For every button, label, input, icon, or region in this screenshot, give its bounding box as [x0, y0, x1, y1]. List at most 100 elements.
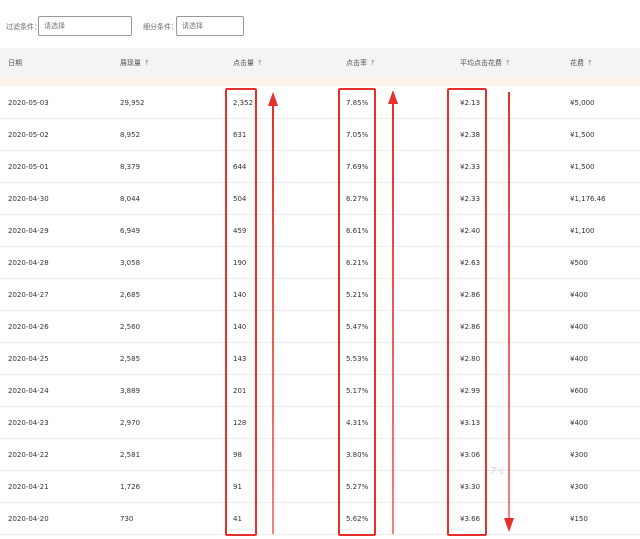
filter-condition-select[interactable]	[38, 16, 132, 36]
cell-avg-cpc: ¥2.86	[460, 291, 481, 299]
cell-ctr: 5.27%	[346, 483, 369, 491]
column-header-label: 点击量	[233, 59, 254, 67]
cell-clicks: 140	[233, 323, 247, 331]
cell-avg-cpc: ¥2.33	[460, 163, 481, 171]
cell-date: 2020-04-30	[8, 195, 49, 203]
cell-clicks: 2,352	[233, 99, 254, 107]
cell-ctr: 5.47%	[346, 323, 369, 331]
cell-cost: ¥1,100	[570, 227, 595, 235]
table-row: 2020-04-26 2,560 140 5.47% ¥2.86 ¥400	[0, 311, 640, 343]
cell-clicks: 644	[233, 163, 247, 171]
cell-avg-cpc: ¥2.63	[460, 259, 481, 267]
column-header-label: 平均点击花费	[460, 59, 502, 67]
table-row: 2020-04-24 3,889 201 5.17% ¥2.99 ¥600	[0, 375, 640, 407]
table-row: 2020-04-20 730 41 5.62% ¥3.66 ¥150	[0, 503, 640, 535]
cell-avg-cpc: ¥2.86	[460, 323, 481, 331]
cell-ctr: 7.69%	[346, 163, 369, 171]
cell-date: 2020-04-20	[8, 515, 49, 523]
table-row: 2020-04-30 8,044 504 6.27% ¥2.33 ¥1,176.46	[0, 183, 640, 215]
cell-clicks: 201	[233, 387, 247, 395]
header-divider	[0, 78, 640, 86]
cell-clicks: 504	[233, 195, 247, 203]
cell-cost: ¥500	[570, 259, 588, 267]
cell-cost: ¥400	[570, 291, 588, 299]
table-row: 2020-04-22 2,581 98 3.80% ¥3.06 ¥300	[0, 439, 640, 471]
column-header-date: 日期	[8, 58, 22, 68]
cell-avg-cpc: ¥2.38	[460, 131, 481, 139]
sort-arrow-icon[interactable]: ↑	[587, 59, 593, 67]
cell-clicks: 631	[233, 131, 247, 139]
cell-impressions: 2,581	[120, 451, 141, 459]
cell-impressions: 2,970	[120, 419, 141, 427]
cell-date: 2020-04-27	[8, 291, 49, 299]
cell-ctr: 4.31%	[346, 419, 369, 427]
cell-impressions: 3,889	[120, 387, 141, 395]
cell-clicks: 190	[233, 259, 247, 267]
cell-impressions: 730	[120, 515, 134, 523]
column-header-label: 花费	[570, 59, 584, 67]
cell-impressions: 2,560	[120, 323, 141, 331]
cell-clicks: 128	[233, 419, 247, 427]
cell-cost: ¥400	[570, 419, 588, 427]
sort-arrow-icon[interactable]: ↑	[144, 59, 150, 67]
table-row: 2020-05-01 8,379 644 7.69% ¥2.33 ¥1,500	[0, 151, 640, 183]
cell-impressions: 6,949	[120, 227, 141, 235]
cell-ctr: 3.80%	[346, 451, 369, 459]
cell-cost: ¥5,000	[570, 99, 595, 107]
column-header-clicks[interactable]: 点击量 ↑	[233, 58, 263, 68]
cell-ctr: 7.85%	[346, 99, 369, 107]
column-header-avg-cpc[interactable]: 平均点击花费 ↑	[460, 58, 511, 68]
cell-ctr: 7.05%	[346, 131, 369, 139]
sort-arrow-icon[interactable]: ↑	[505, 59, 511, 67]
table-row: 2020-04-27 2,685 140 5.21% ¥2.86 ¥400	[0, 279, 640, 311]
cell-clicks: 459	[233, 227, 247, 235]
sort-arrow-icon[interactable]: ↑	[257, 59, 263, 67]
cell-avg-cpc: ¥2.40	[460, 227, 481, 235]
table-row: 2020-04-21 1,726 91 5.27% ¥3.30 ¥300	[0, 471, 640, 503]
cell-cost: ¥1,500	[570, 131, 595, 139]
cell-avg-cpc: ¥3.06	[460, 451, 481, 459]
cell-cost: ¥1,500	[570, 163, 595, 171]
table-row: 2020-04-29 6,949 459 6.61% ¥2.40 ¥1,100	[0, 215, 640, 247]
cell-date: 2020-04-25	[8, 355, 49, 363]
column-header-impressions[interactable]: 展现量 ↑	[120, 58, 150, 68]
cell-avg-cpc: ¥2.80	[460, 355, 481, 363]
cell-impressions: 2,585	[120, 355, 141, 363]
cell-date: 2020-04-22	[8, 451, 49, 459]
column-header-label: 日期	[8, 59, 22, 67]
column-header-cost[interactable]: 花费 ↑	[570, 58, 593, 68]
cell-cost: ¥150	[570, 515, 588, 523]
cell-avg-cpc: ¥2.33	[460, 195, 481, 203]
segment-condition-select[interactable]	[176, 16, 244, 36]
filter-bar: 过滤条件： 细分条件：	[0, 16, 640, 36]
cell-impressions: 8,379	[120, 163, 141, 171]
cell-avg-cpc: ¥3.13	[460, 419, 481, 427]
cell-cost: ¥300	[570, 451, 588, 459]
table-row: 2020-05-03 29,952 2,352 7.85% ¥2.13 ¥5,000	[0, 87, 640, 119]
cell-cost: ¥400	[570, 355, 588, 363]
cell-ctr: 6.27%	[346, 195, 369, 203]
cell-date: 2020-05-02	[8, 131, 49, 139]
cell-clicks: 98	[233, 451, 242, 459]
cell-cost: ¥300	[570, 483, 588, 491]
cell-avg-cpc: ¥2.99	[460, 387, 481, 395]
table-row: 2020-04-23 2,970 128 4.31% ¥3.13 ¥400	[0, 407, 640, 439]
cell-cost: ¥1,176.46	[570, 195, 606, 203]
cell-impressions: 2,685	[120, 291, 141, 299]
cell-date: 2020-04-29	[8, 227, 49, 235]
watermark-logo: 7·c	[490, 466, 506, 477]
cell-cost: ¥400	[570, 323, 588, 331]
cell-clicks: 41	[233, 515, 242, 523]
cell-ctr: 6.21%	[346, 259, 369, 267]
cell-date: 2020-05-01	[8, 163, 49, 171]
table-row: 2020-04-28 3,058 190 6.21% ¥2.63 ¥500	[0, 247, 640, 279]
cell-date: 2020-04-23	[8, 419, 49, 427]
cell-avg-cpc: ¥3.66	[460, 515, 481, 523]
cell-avg-cpc: ¥3.30	[460, 483, 481, 491]
cell-impressions: 8,952	[120, 131, 141, 139]
cell-date: 2020-04-24	[8, 387, 49, 395]
cell-impressions: 1,726	[120, 483, 141, 491]
cell-date: 2020-05-03	[8, 99, 49, 107]
column-header-ctr[interactable]: 点击率 ↑	[346, 58, 376, 68]
sort-arrow-icon[interactable]: ↑	[370, 59, 376, 67]
